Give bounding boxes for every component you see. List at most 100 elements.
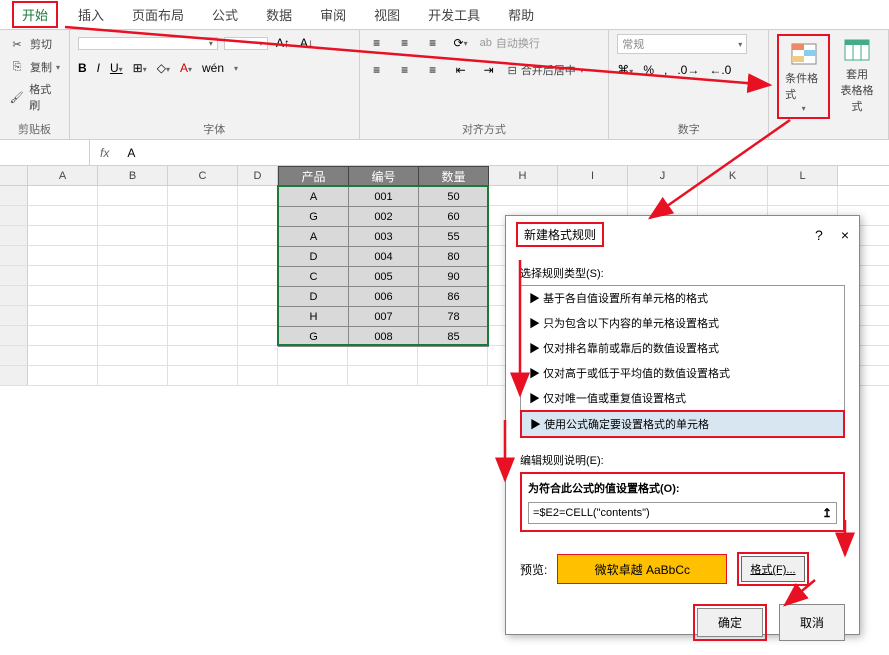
table-cell[interactable]: H [279,307,349,327]
comma-button[interactable]: , [664,63,667,77]
align-center-icon[interactable]: ≡ [396,61,414,79]
ok-button[interactable]: 确定 [697,608,763,637]
fx-icon[interactable]: fx [90,146,119,160]
phonetic-button[interactable]: wén [202,61,224,75]
rule-type-4[interactable]: ▶ 仅对高于或低于平均值的数值设置格式 [521,361,844,386]
tab-insert[interactable]: 插入 [78,5,104,24]
cut-button[interactable]: ✂剪切 [8,34,61,54]
table-cell[interactable]: 50 [419,187,489,207]
col-I[interactable]: I [558,166,628,185]
fill-color-button[interactable]: ◇▾ [157,61,170,75]
rule-type-1[interactable]: ▶ 基于各自值设置所有单元格的格式 [521,286,844,311]
table-cell[interactable]: G [279,207,349,227]
col-L[interactable]: L [768,166,838,185]
rule-type-6[interactable]: ▶ 使用公式确定要设置格式的单元格 [520,410,845,438]
currency-button[interactable]: ⌘▾ [617,63,633,77]
table-row[interactable]: H00778 [279,307,489,327]
col-H[interactable]: H [488,166,558,185]
align-top-icon[interactable]: ≡ [368,34,386,52]
tab-view[interactable]: 视图 [374,5,400,24]
font-family-dropdown[interactable]: ▾ [78,37,218,50]
col-B[interactable]: B [98,166,168,185]
table-cell[interactable]: 55 [419,227,489,247]
name-box[interactable] [0,140,90,165]
table-cell[interactable]: D [279,287,349,307]
table-cell[interactable]: C [279,267,349,287]
rule-type-5[interactable]: ▶ 仅对唯一值或重复值设置格式 [521,386,844,411]
align-left-icon[interactable]: ≡ [368,61,386,79]
col-A[interactable]: A [28,166,98,185]
dialog-help-button[interactable]: ? [815,227,823,243]
table-cell[interactable]: D [279,247,349,267]
tab-help[interactable]: 帮助 [508,5,534,24]
number-format-dropdown[interactable]: 常规▾ [617,34,747,54]
table-cell[interactable]: 60 [419,207,489,227]
rule-type-3[interactable]: ▶ 仅对排名靠前或靠后的数值设置格式 [521,336,844,361]
percent-button[interactable]: % [643,63,654,77]
decrease-font-icon[interactable]: A↓ [298,34,316,52]
table-row[interactable]: A00150 [279,187,489,207]
table-format-button[interactable]: 套用 表格格式 [834,34,880,116]
range-picker-icon[interactable]: ↥ [822,506,832,520]
table-cell[interactable]: 006 [349,287,419,307]
table-cell[interactable]: 002 [349,207,419,227]
align-right-icon[interactable]: ≡ [424,61,442,79]
indent-inc-icon[interactable]: ⇥ [480,61,498,79]
col-K[interactable]: K [698,166,768,185]
table-cell[interactable]: 001 [349,187,419,207]
orientation-icon[interactable]: ⟳▾ [452,34,470,52]
tab-dev[interactable]: 开发工具 [428,5,480,24]
select-all-corner[interactable] [0,166,28,185]
rule-type-2[interactable]: ▶ 只为包含以下内容的单元格设置格式 [521,311,844,336]
tab-data[interactable]: 数据 [266,5,292,24]
inc-decimal-button[interactable]: .0→ [677,63,699,77]
cancel-button[interactable]: 取消 [779,604,845,641]
col-C[interactable]: C [168,166,238,185]
table-row[interactable]: D00686 [279,287,489,307]
formula-input[interactable]: A [119,146,889,160]
col-J[interactable]: J [628,166,698,185]
table-cell[interactable]: 86 [419,287,489,307]
tab-formula[interactable]: 公式 [212,5,238,24]
dialog-close-button[interactable]: × [841,227,849,243]
align-bottom-icon[interactable]: ≡ [424,34,442,52]
increase-font-icon[interactable]: A↑ [274,34,292,52]
tab-home[interactable]: 开始 [22,8,48,23]
th-qty[interactable]: 数量 [419,167,489,187]
autowrap-button[interactable]: ab自动换行 [480,34,540,52]
underline-button[interactable]: U▾ [110,61,123,75]
indent-dec-icon[interactable]: ⇤ [452,61,470,79]
border-button[interactable]: ⊞▾ [133,61,147,75]
table-cell[interactable]: 78 [419,307,489,327]
table-cell[interactable]: 007 [349,307,419,327]
table-row[interactable]: G00885 [279,327,489,347]
table-cell[interactable]: A [279,187,349,207]
table-row[interactable]: C00590 [279,267,489,287]
font-color-button[interactable]: A▾ [180,61,192,75]
italic-button[interactable]: I [97,61,100,75]
table-cell[interactable]: 004 [349,247,419,267]
format-button[interactable]: 格式(F)... [741,556,804,582]
th-code[interactable]: 编号 [349,167,419,187]
conditional-format-button[interactable]: 条件格式 ▾ [781,38,826,115]
align-middle-icon[interactable]: ≡ [396,34,414,52]
table-cell[interactable]: A [279,227,349,247]
font-size-dropdown[interactable]: ▾ [224,37,268,50]
copy-button[interactable]: ⎘复制▾ [8,57,61,77]
tab-review[interactable]: 审阅 [320,5,346,24]
table-cell[interactable]: 85 [419,327,489,347]
table-cell[interactable]: 005 [349,267,419,287]
bold-button[interactable]: B [78,61,87,75]
table-row[interactable]: A00355 [279,227,489,247]
painter-button[interactable]: 🖌格式刷 [8,80,61,114]
merge-button[interactable]: ⊟合并后居中▾ [508,61,584,79]
table-cell[interactable]: 80 [419,247,489,267]
tab-layout[interactable]: 页面布局 [132,5,184,24]
th-product[interactable]: 产品 [279,167,349,187]
table-row[interactable]: G00260 [279,207,489,227]
col-D[interactable]: D [238,166,278,185]
formula-field[interactable] [533,507,822,519]
table-cell[interactable]: 008 [349,327,419,347]
table-cell[interactable]: 003 [349,227,419,247]
dec-decimal-button[interactable]: ←.0 [709,63,731,77]
